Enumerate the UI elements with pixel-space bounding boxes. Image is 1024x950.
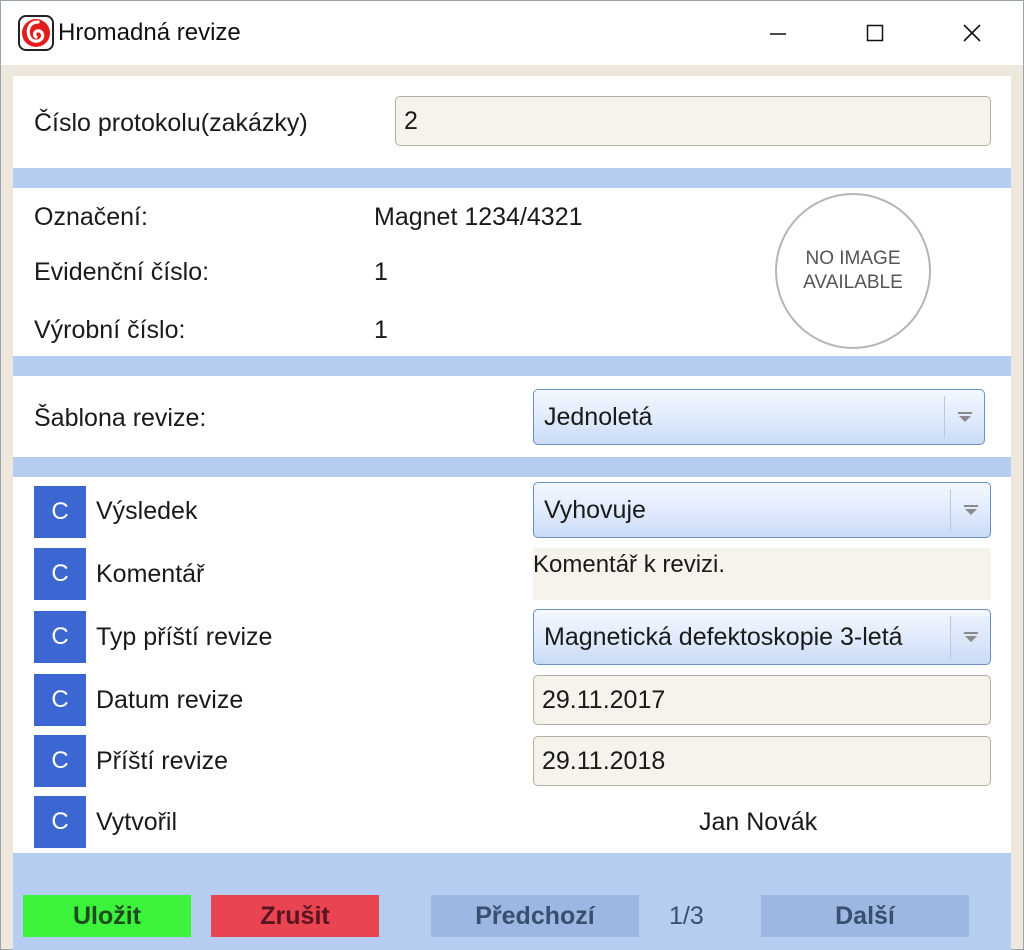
result-value: Vyhovuje [544,495,646,524]
designation-label: Označení: [34,203,148,231]
dialog-content: Číslo protokolu(zakázky) 2 Označení: Mag… [13,76,1011,950]
next-type-label: Typ příští revize [96,623,273,651]
clear-next-date-button[interactable]: C [34,735,86,787]
dropdown-arrow-icon [950,616,990,658]
no-image-text: NO IMAGE AVAILABLE [803,248,903,293]
protocol-section: Číslo protokolu(zakázky) 2 [13,76,1011,168]
section-divider [13,356,1011,376]
revision-date-label: Datum revize [96,686,244,714]
dialog-footer: Uložit Zrušit Předchozí 1/3 Další [13,853,1011,950]
evidence-number-label: Evidenční číslo: [34,258,210,286]
maximize-button[interactable] [850,11,900,55]
section-divider [13,457,1011,477]
close-button[interactable] [947,11,997,55]
created-by-label: Vytvořil [96,808,178,836]
next-revision-date-label: Příští revize [96,747,228,775]
designation-value: Magnet 1234/4321 [374,203,583,231]
page-indicator: 1/3 [669,901,704,930]
cancel-button[interactable]: Zrušit [211,895,379,937]
created-by-value: Jan Novák [699,808,818,836]
clear-result-button[interactable]: C [34,486,86,538]
revision-template-label: Šablona revize: [34,404,207,432]
comment-field[interactable]: Komentář k revizi. [533,548,991,600]
dialog-window: Hromadná revize Číslo protokolu(zakázky)… [0,0,1024,950]
minimize-icon [770,33,786,35]
app-logo-icon [18,15,54,51]
close-icon [963,24,981,42]
clear-comment-button[interactable]: C [34,548,86,600]
item-image-placeholder: NO IMAGE AVAILABLE [775,193,931,349]
dropdown-arrow-icon [950,489,990,531]
evidence-number-value: 1 [374,258,388,286]
clear-next-type-button[interactable]: C [34,611,86,663]
previous-button[interactable]: Předchozí [431,895,639,937]
maximize-icon [866,24,884,42]
window-title: Hromadná revize [58,19,241,46]
clear-created-by-button[interactable]: C [34,796,86,848]
clear-date-button[interactable]: C [34,674,86,726]
dropdown-arrow-icon [944,396,984,438]
save-button[interactable]: Uložit [23,895,191,937]
revision-template-value: Jednoletá [544,402,653,431]
title-bar: Hromadná revize [1,1,1023,65]
section-divider [13,168,1011,188]
protocol-number-label: Číslo protokolu(zakázky) [34,109,308,137]
next-button[interactable]: Další [761,895,969,937]
protocol-number-field[interactable]: 2 [395,96,991,146]
serial-number-label: Výrobní číslo: [34,316,186,344]
next-type-select[interactable]: Magnetická defektoskopie 3-letá [533,609,991,665]
serial-number-value: 1 [374,316,388,344]
result-label: Výsledek [96,497,198,525]
result-select[interactable]: Vyhovuje [533,482,991,538]
next-type-value: Magnetická defektoskopie 3-letá [544,622,903,651]
next-revision-date-field[interactable]: 29.11.2018 [533,736,991,786]
revision-date-field[interactable]: 29.11.2017 [533,675,991,725]
comment-label: Komentář [96,560,205,588]
revision-template-select[interactable]: Jednoletá [533,389,985,445]
minimize-button[interactable] [753,11,803,55]
